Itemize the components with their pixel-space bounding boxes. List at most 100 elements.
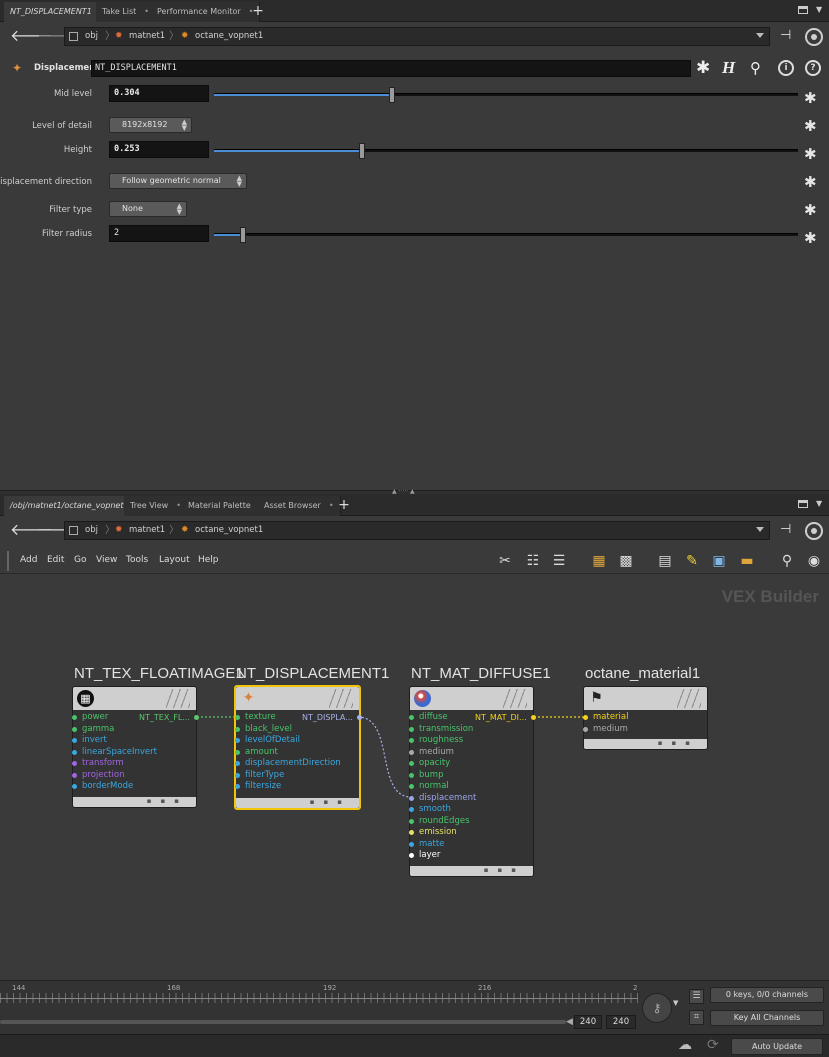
input-black_level[interactable]: black_level bbox=[235, 723, 359, 735]
node-flags[interactable] bbox=[503, 689, 527, 708]
input-connector[interactable] bbox=[72, 772, 77, 778]
input-connector[interactable] bbox=[409, 818, 414, 824]
node-flags[interactable] bbox=[677, 689, 701, 708]
node-displacement[interactable]: ✦ texture black_level levelOfDetail amount d… bbox=[234, 685, 362, 810]
status-bar: ☁ ⟳ Auto Update bbox=[0, 1034, 829, 1057]
input-roundEdges[interactable]: roundEdges bbox=[409, 816, 533, 827]
scope-key-icon[interactable]: ⚷ bbox=[642, 993, 672, 1023]
input-connector[interactable] bbox=[409, 738, 414, 743]
displacement-node-icon: ✦ bbox=[242, 690, 255, 706]
input-connector[interactable] bbox=[409, 807, 414, 812]
input-connector[interactable] bbox=[235, 772, 240, 778]
input-projection[interactable]: projection bbox=[72, 770, 196, 781]
input-connector[interactable] bbox=[583, 715, 588, 720]
input-opacity[interactable]: opacity bbox=[409, 758, 533, 769]
input-connector[interactable] bbox=[409, 784, 414, 789]
input-filterType[interactable]: filterType bbox=[235, 769, 359, 781]
channel-list-icon[interactable]: ☰ bbox=[689, 989, 704, 1004]
input-amount[interactable]: amount bbox=[235, 747, 359, 758]
input-layer[interactable]: layer bbox=[409, 850, 533, 861]
input-connector[interactable] bbox=[235, 761, 240, 766]
input-roughness[interactable]: roughness bbox=[409, 735, 533, 746]
range-end-arrow-icon[interactable]: ◀ bbox=[566, 1017, 573, 1027]
node-flags[interactable] bbox=[166, 689, 190, 708]
input-medium[interactable]: medium bbox=[409, 747, 533, 758]
wire-disp-to-diffuse[interactable] bbox=[357, 716, 412, 798]
input-label: smooth bbox=[419, 804, 451, 814]
input-connector[interactable] bbox=[235, 738, 240, 743]
input-connector[interactable] bbox=[409, 749, 414, 755]
input-label: black_level bbox=[245, 723, 293, 734]
node-octane-material[interactable]: ⚑ material medium ▪▪▪ bbox=[583, 686, 708, 750]
input-connector[interactable] bbox=[235, 784, 240, 789]
input-connector[interactable] bbox=[583, 726, 588, 732]
range-bar[interactable] bbox=[0, 1020, 566, 1024]
input-label: transform bbox=[82, 758, 124, 768]
input-bump[interactable]: bump bbox=[409, 770, 533, 781]
input-connector[interactable] bbox=[409, 853, 414, 858]
global-end-field[interactable]: 240 bbox=[606, 1015, 636, 1029]
tick-label: 144 bbox=[12, 984, 26, 992]
input-connector[interactable] bbox=[72, 726, 77, 732]
input-label: roughness bbox=[419, 735, 464, 745]
input-label: displacement bbox=[419, 792, 477, 803]
input-connector[interactable] bbox=[409, 772, 414, 778]
input-gamma[interactable]: gamma bbox=[72, 724, 196, 735]
input-connector[interactable] bbox=[235, 715, 240, 720]
material-ball-icon bbox=[414, 690, 431, 707]
input-connector[interactable] bbox=[409, 715, 414, 720]
input-connector[interactable] bbox=[235, 749, 240, 755]
input-connector[interactable] bbox=[409, 726, 414, 732]
input-transmission[interactable]: transmission bbox=[409, 723, 533, 735]
input-smooth[interactable]: smooth bbox=[409, 804, 533, 815]
key-all-channels-menu[interactable]: Key All Channels bbox=[710, 1010, 824, 1026]
input-connector[interactable] bbox=[235, 726, 240, 732]
input-medium[interactable]: medium bbox=[583, 724, 707, 735]
input-matte[interactable]: matte bbox=[409, 839, 533, 850]
input-normal[interactable]: normal bbox=[409, 781, 533, 792]
input-displacementDirection[interactable]: displacementDirection bbox=[235, 758, 359, 769]
output-connector[interactable] bbox=[531, 715, 536, 720]
input-filtersize[interactable]: filtersize bbox=[235, 781, 359, 792]
input-connector[interactable] bbox=[72, 749, 77, 755]
input-invert[interactable]: invert bbox=[72, 735, 196, 746]
input-connector[interactable] bbox=[72, 738, 77, 743]
keys-channels-menu[interactable]: 0 keys, 0/0 channels bbox=[710, 987, 824, 1003]
node-mat-diffuse[interactable]: diffuse transmission roughness medium opacit… bbox=[409, 686, 536, 877]
timeline: 144 168 192 216 2 ◀ 240 240 ⚷ ▼ ☰ ⌗ 0 ke… bbox=[0, 980, 829, 1034]
input-borderMode[interactable]: borderMode bbox=[72, 781, 196, 792]
input-displacement[interactable]: displacement bbox=[409, 792, 533, 804]
input-connector[interactable] bbox=[409, 795, 414, 801]
input-connector[interactable] bbox=[72, 784, 77, 789]
input-connector[interactable] bbox=[409, 841, 414, 847]
range-end-field[interactable]: 240 bbox=[574, 1015, 602, 1029]
key-icon[interactable]: ⌗ bbox=[689, 1010, 704, 1025]
brain-icon[interactable]: ☁ bbox=[678, 1037, 692, 1053]
node-footer: ▪▪▪ bbox=[584, 739, 707, 749]
node-output-label: NT_TEX_FL... bbox=[139, 713, 190, 722]
node-tex-floatimage[interactable]: ▦ power gamma invert linearSpaceInvert trans… bbox=[72, 686, 199, 808]
input-connector[interactable] bbox=[72, 715, 77, 720]
input-label: emission bbox=[419, 827, 457, 837]
node-flags[interactable] bbox=[329, 689, 353, 708]
input-material[interactable]: material bbox=[583, 712, 707, 723]
input-emission[interactable]: emission bbox=[409, 827, 533, 838]
refresh-icon[interactable]: ⟳ bbox=[707, 1037, 719, 1053]
input-label: texture bbox=[245, 712, 276, 722]
input-linearSpaceInvert[interactable]: linearSpaceInvert bbox=[72, 747, 196, 758]
output-connector[interactable] bbox=[357, 715, 362, 720]
tick-label: 216 bbox=[478, 984, 492, 992]
input-connector[interactable] bbox=[72, 761, 77, 766]
scope-dropdown-icon[interactable]: ▼ bbox=[673, 999, 678, 1007]
input-label: transmission bbox=[419, 723, 474, 734]
input-label: filterType bbox=[245, 769, 285, 780]
checkered-flag-icon: ⚑ bbox=[590, 690, 603, 706]
output-connector[interactable] bbox=[194, 715, 199, 720]
input-connector[interactable] bbox=[409, 830, 414, 835]
input-levelOfDetail[interactable]: levelOfDetail bbox=[235, 735, 359, 746]
auto-update-menu[interactable]: Auto Update bbox=[731, 1038, 823, 1055]
input-transform[interactable]: transform bbox=[72, 758, 196, 769]
input-connector[interactable] bbox=[409, 761, 414, 766]
node-header: ▦ bbox=[73, 687, 196, 710]
node-footer: ▪▪▪ bbox=[236, 798, 359, 808]
